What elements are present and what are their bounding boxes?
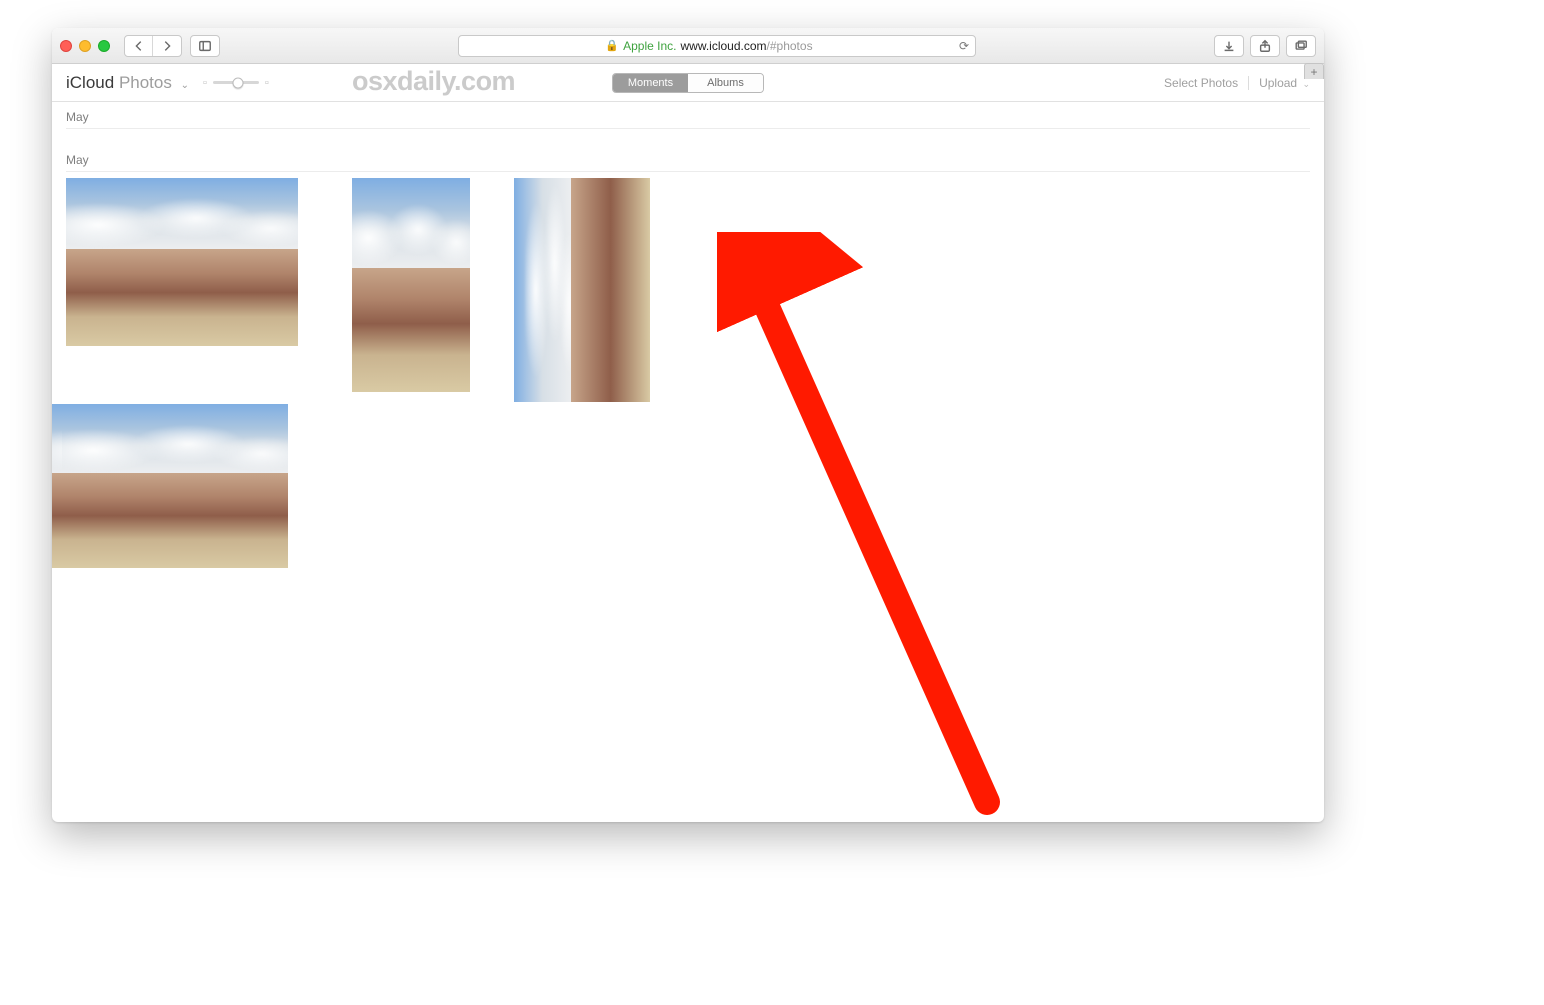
- address-bar-container: 🔒 Apple Inc. www.icloud.com /#photos ⟳: [228, 35, 1206, 57]
- zoom-window-button[interactable]: [98, 40, 110, 52]
- tabs-overview-button[interactable]: [1287, 36, 1315, 56]
- photo-grid: May May: [52, 102, 1324, 822]
- address-domain: www.icloud.com: [681, 39, 767, 53]
- zoom-small-icon: ▫: [203, 77, 207, 89]
- nav-back-forward: [124, 35, 182, 57]
- upload-button[interactable]: Upload ⌄: [1259, 76, 1310, 90]
- sidebar-toggle-group: [190, 35, 220, 57]
- sidebar-toggle-button[interactable]: [191, 36, 219, 56]
- address-bar[interactable]: 🔒 Apple Inc. www.icloud.com /#photos ⟳: [458, 35, 976, 57]
- divider: [1248, 76, 1249, 90]
- moment-row: [66, 178, 1310, 402]
- thumbnail-zoom-slider[interactable]: ▫ ▫: [203, 77, 269, 89]
- photo-thumbnail[interactable]: [352, 178, 470, 392]
- forward-button[interactable]: [153, 36, 181, 56]
- brand-sub: Photos: [119, 73, 172, 92]
- zoom-large-icon: ▫: [265, 77, 269, 89]
- moment-heading: May: [66, 106, 1310, 126]
- zoom-thumb[interactable]: [233, 77, 244, 88]
- divider: [66, 171, 1310, 172]
- reload-button[interactable]: ⟳: [959, 39, 969, 53]
- address-company: Apple Inc.: [623, 39, 676, 53]
- safari-window: 🔒 Apple Inc. www.icloud.com /#photos ⟳ +…: [52, 28, 1324, 822]
- chevron-down-icon: ⌄: [1302, 79, 1310, 89]
- header-actions: Select Photos Upload ⌄: [1164, 76, 1310, 90]
- share-button[interactable]: [1251, 36, 1279, 56]
- browser-toolbar: 🔒 Apple Inc. www.icloud.com /#photos ⟳ +: [52, 28, 1324, 64]
- view-segmented-control: Moments Albums: [612, 73, 764, 93]
- zoom-track[interactable]: [213, 81, 259, 84]
- tab-moments[interactable]: Moments: [613, 74, 688, 92]
- close-window-button[interactable]: [60, 40, 72, 52]
- icloud-photos-header: iCloud Photos ⌄ ▫ ▫ osxdaily.com Moments…: [52, 64, 1324, 102]
- brand-main: iCloud: [66, 73, 114, 92]
- tab-albums[interactable]: Albums: [688, 74, 763, 92]
- select-photos-button[interactable]: Select Photos: [1164, 76, 1238, 90]
- lock-icon: 🔒: [605, 39, 619, 52]
- address-path: /#photos: [767, 39, 813, 53]
- upload-label: Upload: [1259, 76, 1297, 90]
- watermark-text: osxdaily.com: [352, 66, 515, 97]
- moment-heading: May: [66, 149, 1310, 169]
- app-brand[interactable]: iCloud Photos ⌄: [66, 73, 189, 93]
- window-controls: [60, 40, 110, 52]
- toolbar-right: [1214, 35, 1316, 57]
- chevron-down-icon: ⌄: [181, 80, 189, 91]
- downloads-button[interactable]: [1215, 36, 1243, 56]
- photo-thumbnail[interactable]: [66, 178, 298, 346]
- minimize-window-button[interactable]: [79, 40, 91, 52]
- divider: [66, 128, 1310, 129]
- photo-thumbnail[interactable]: [62, 404, 288, 568]
- back-button[interactable]: [125, 36, 153, 56]
- photo-thumbnail[interactable]: [514, 178, 650, 402]
